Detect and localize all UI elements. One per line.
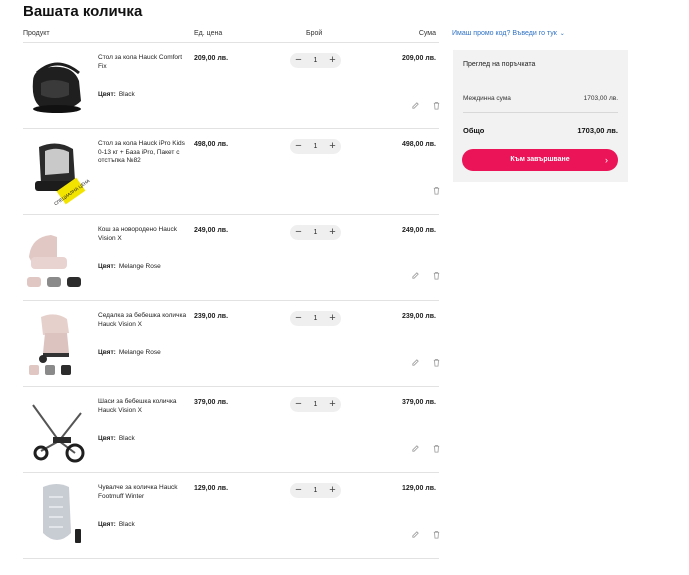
product-image[interactable] [23,309,91,379]
unit-price: 209,00 лв. [194,55,229,62]
minus-icon[interactable]: − [291,311,306,326]
unit-price: 249,00 лв. [194,227,229,234]
quantity-stepper: − 1 + [290,483,341,498]
checkout-button[interactable]: Към завършване › [462,149,618,171]
plus-icon[interactable]: + [325,53,340,68]
plus-icon[interactable]: + [325,139,340,154]
cart-item: Шаси за бебешка количка Hauck Vision X Ц… [23,387,441,473]
order-summary: Преглед на поръчката Междинна сума 1703,… [453,50,628,182]
edit-icon[interactable] [411,101,420,110]
total-value: 1703,00 лв. [577,126,618,135]
product-name[interactable]: Чувалче за количка Hauck Footmuff Winter [98,484,190,501]
checkout-label: Към завършване [510,156,570,163]
quantity-value[interactable]: 1 [305,483,326,498]
product-color: Цвят: Black [98,521,135,528]
cart-item: СПЕЦИАЛНА ЦЕНА Стол за кола Hauck iPro K… [23,129,441,215]
product-image[interactable]: СПЕЦИАЛНА ЦЕНА [23,137,91,207]
edit-icon[interactable] [411,530,420,539]
column-header-sum: Сума [418,30,436,37]
trash-icon[interactable] [432,358,441,367]
unit-price: 379,00 лв. [194,399,229,406]
total-row: Общо 1703,00 лв. [463,126,618,135]
trash-icon[interactable] [432,271,441,280]
column-header-quantity: Брой [306,30,323,37]
page-title: Вашата количка [23,3,143,20]
quantity-stepper: − 1 + [290,225,341,240]
plus-icon[interactable]: + [325,397,340,412]
column-header-product: Продукт [23,30,50,37]
quantity-stepper: − 1 + [290,311,341,326]
plus-icon[interactable]: + [325,311,340,326]
quantity-stepper: − 1 + [290,397,341,412]
total-label: Общо [463,126,485,135]
minus-icon[interactable]: − [291,483,306,498]
cart-item: Чувалче за количка Hauck Footmuff Winter… [23,473,441,559]
quantity-stepper: − 1 + [290,53,341,68]
product-image[interactable] [23,51,91,121]
subtotal-row: Междинна сума 1703,00 лв. [463,95,618,102]
edit-icon[interactable] [411,358,420,367]
line-total: 498,00 лв. [401,141,436,148]
trash-icon[interactable] [432,444,441,453]
product-image[interactable] [23,395,91,465]
product-name[interactable]: Стол за кола Hauck Comfort Fix [98,54,190,71]
product-name[interactable]: Шаси за бебешка количка Hauck Vision X [98,398,190,415]
line-total: 249,00 лв. [401,227,436,234]
unit-price: 498,00 лв. [194,141,229,148]
product-name[interactable]: Стол за кола Hauck iPro Kids 0-13 кг + Б… [98,140,190,166]
cart-item: Стол за кола Hauck Comfort Fix Цвят: Blac… [23,43,441,129]
line-total: 239,00 лв. [401,313,436,320]
product-image[interactable] [23,481,91,551]
line-total: 379,00 лв. [401,399,436,406]
minus-icon[interactable]: − [291,225,306,240]
summary-divider [463,112,618,113]
quantity-value[interactable]: 1 [305,311,326,326]
line-total: 129,00 лв. [401,485,436,492]
edit-icon[interactable] [411,271,420,280]
product-name[interactable]: Кош за новородено Hauck Vision X [98,226,190,243]
minus-icon[interactable]: − [291,139,306,154]
plus-icon[interactable]: + [325,483,340,498]
chevron-right-icon: › [605,155,608,165]
trash-icon[interactable] [432,101,441,110]
product-color: Цвят: Black [98,91,135,98]
product-color: Цвят: Melange Rose [98,349,161,356]
minus-icon[interactable]: − [291,53,306,68]
chevron-down-icon: ⌄ [559,31,565,37]
trash-icon[interactable] [432,530,441,539]
unit-price: 239,00 лв. [194,313,229,320]
quantity-value[interactable]: 1 [305,225,326,240]
cart-item: Седалка за бебешка количка Hauck Vision … [23,301,441,387]
product-name[interactable]: Седалка за бебешка количка Hauck Vision … [98,312,190,329]
column-header-unit-price: Ед. цена [194,30,223,37]
summary-title: Преглед на поръчката [463,61,536,68]
plus-icon[interactable]: + [325,225,340,240]
edit-icon[interactable] [411,444,420,453]
product-color: Цвят: Black [98,435,135,442]
trash-icon[interactable] [432,186,441,195]
promo-code-link[interactable]: Имаш промо код? Въведи го тук ⌄ [452,30,565,37]
quantity-stepper: − 1 + [290,139,341,154]
product-color: Цвят: Melange Rose [98,263,161,270]
line-total: 209,00 лв. [401,55,436,62]
quantity-value[interactable]: 1 [305,53,326,68]
cart-item: Кош за новородено Hauck Vision X Цвят: Me… [23,215,441,301]
unit-price: 129,00 лв. [194,485,229,492]
subtotal-label: Междинна сума [463,95,511,102]
quantity-value[interactable]: 1 [305,397,326,412]
product-image[interactable] [23,223,91,293]
subtotal-value: 1703,00 лв. [583,95,618,102]
quantity-value[interactable]: 1 [305,139,326,154]
minus-icon[interactable]: − [291,397,306,412]
